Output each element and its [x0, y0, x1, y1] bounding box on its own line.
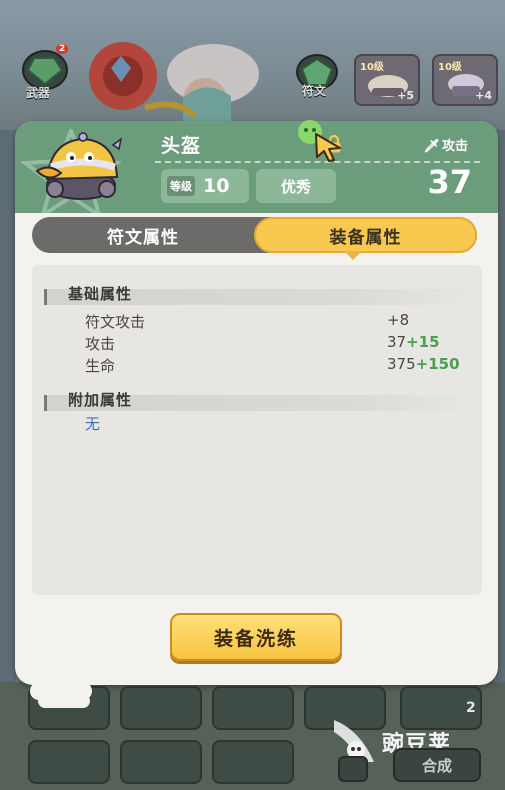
base-attributes-title: 基础属性 [68, 285, 133, 303]
active-tab-pointer [344, 251, 362, 260]
panel-header: 头盔 🗡 攻击 等级 10 优秀 37 [15, 121, 498, 217]
attr-value-health: 375+150 [387, 355, 460, 373]
weapon-label: 武器 [26, 86, 51, 100]
chat-bubble-tail [38, 694, 90, 708]
inventory-slot[interactable] [212, 686, 294, 730]
attr-value-rune-attack: +8 [387, 311, 409, 329]
attr-base-value: 37 [387, 333, 407, 351]
tab-equipment-attributes[interactable]: 装备属性 [254, 217, 477, 253]
extra-attributes-title: 附加属性 [68, 391, 133, 409]
sort-button[interactable] [338, 756, 368, 782]
attr-name-rune-attack: 符文攻击 [85, 313, 146, 331]
equipment-plus: +4 [475, 89, 492, 102]
attr-bonus-value: +150 [415, 355, 460, 373]
equipment-plus: +5 [397, 89, 414, 102]
attr-name-attack: 攻击 [85, 335, 116, 353]
rune-label: 符文 [302, 84, 327, 98]
inventory-slot[interactable] [120, 686, 202, 730]
hero-character-image [89, 42, 259, 124]
tab-rune-attributes[interactable]: 符文属性 [32, 217, 254, 253]
merge-button[interactable]: 合成 [393, 748, 481, 782]
attr-name-health: 生命 [85, 357, 116, 375]
extra-attributes-none: 无 [85, 415, 101, 433]
level-value: 10 [203, 175, 230, 197]
attr-value-attack: 37+15 [387, 333, 440, 351]
equipment-detail-panel: 头盔 🗡 攻击 等级 10 优秀 37 符文属性 装备属性 基础属性 符文攻击 +… [15, 121, 498, 685]
attribute-tabs: 符文属性 装备属性 [32, 217, 477, 253]
helmet-item-icon [35, 132, 123, 200]
level-chip: 等级 10 [161, 169, 249, 203]
equipment-slot-2[interactable]: 10级 +4 [432, 54, 498, 106]
inventory-slot[interactable] [120, 740, 202, 784]
inventory-slot[interactable] [212, 740, 294, 784]
attack-stat-label: 🗡 攻击 [423, 135, 468, 154]
level-label: 等级 [167, 176, 195, 196]
attr-bonus-value: +15 [406, 333, 440, 351]
attack-label-text: 攻击 [441, 139, 468, 154]
sword-icon: 🗡 [423, 139, 440, 154]
weapon-badge: 2 [56, 44, 69, 54]
attr-base-value: 375 [387, 355, 416, 373]
equipment-slot-1[interactable]: 10级 +5 [354, 54, 420, 106]
item-name: 头盔 [161, 135, 202, 157]
attack-stat-value: 37 [427, 163, 472, 201]
background-left-edge [0, 130, 16, 690]
quality-chip: 优秀 [256, 169, 336, 203]
gem-icon [26, 57, 64, 86]
tap-cursor-icon [298, 120, 341, 162]
attr-base-value: +8 [387, 311, 410, 329]
inventory-slot[interactable] [28, 740, 110, 784]
attributes-content: 基础属性 符文攻击 +8 攻击 37+15 生命 375+150 附加属性 无 [32, 265, 482, 595]
equipment-refine-button[interactable]: 装备洗练 [170, 613, 342, 661]
